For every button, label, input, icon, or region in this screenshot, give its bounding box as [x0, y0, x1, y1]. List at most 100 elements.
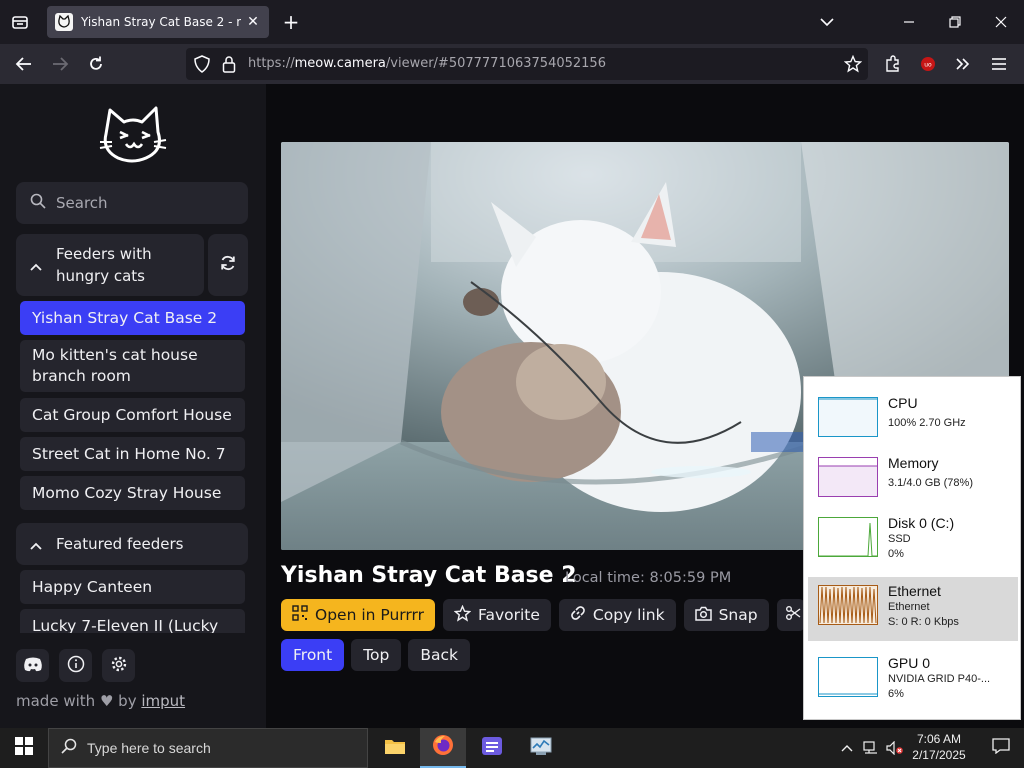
tab-title: Yishan Stray Cat Base 2 - meow.camera [81, 15, 241, 29]
group-label-hungry: Feeders with hungry cats [56, 245, 152, 285]
angle-tab-back[interactable]: Back [408, 639, 471, 671]
network-icon[interactable] [860, 728, 882, 768]
clock-time: 7:06 AM [916, 732, 962, 746]
group-header-featured[interactable]: Featured feeders [16, 523, 248, 565]
taskbar-file-explorer[interactable] [372, 728, 418, 768]
star-icon [453, 604, 472, 626]
bookmark-star-icon[interactable] [841, 52, 865, 76]
taskbar-task-manager[interactable] [518, 728, 564, 768]
tracking-shield-icon[interactable] [194, 55, 210, 77]
search-icon [30, 193, 46, 213]
footer-icons [16, 649, 135, 682]
feeder-item[interactable]: Momo Cozy Stray House [20, 476, 245, 510]
cpu-graph [818, 397, 878, 437]
task-manager-icon [530, 736, 552, 760]
link-icon [570, 605, 586, 625]
memory-graph [818, 457, 878, 497]
qr-code-icon [292, 605, 308, 625]
refresh-button[interactable] [208, 234, 248, 296]
feeder-item[interactable]: Mo kitten's cat house branch room [20, 340, 245, 392]
perf-row-cpu[interactable]: CPU 100% 2.70 GHz [808, 389, 1018, 453]
tab-close-icon[interactable]: ✕ [245, 14, 261, 30]
perf-detail: NVIDIA GRID P40-... [888, 673, 991, 685]
perf-detail: 0% [888, 548, 904, 560]
perf-detail: 100% 2.70 GHz [888, 417, 966, 429]
copy-link-button[interactable]: Copy link [558, 599, 676, 631]
refresh-icon [219, 254, 237, 276]
volume-muted-icon[interactable] [884, 728, 906, 768]
open-in-purrrr-button[interactable]: Open in Purrrr [281, 599, 435, 631]
clip-button[interactable] [776, 599, 805, 631]
angle-tab-front[interactable]: Front [281, 639, 345, 671]
close-window-icon[interactable] [978, 0, 1024, 44]
chevron-up-icon [30, 256, 42, 275]
back-arrow-icon[interactable] [12, 52, 36, 76]
clock-date: 2/17/2025 [912, 748, 966, 762]
perf-name: Ethernet [888, 583, 941, 599]
perf-row-ethernet[interactable]: Ethernet Ethernet S: 0 R: 0 Kbps [808, 577, 1018, 641]
start-button[interactable] [0, 728, 48, 768]
overflow-chevrons-icon[interactable] [951, 52, 975, 76]
perf-name: Memory [888, 455, 939, 471]
browser-tab-active[interactable]: Yishan Stray Cat Base 2 - meow.camera ✕ [47, 6, 269, 38]
angle-tab-top[interactable]: Top [351, 639, 402, 671]
browser-nav-bar: https://meow.camera/viewer/#507777106375… [0, 44, 1024, 84]
perf-row-memory[interactable]: Memory 3.1/4.0 GB (78%) [808, 449, 1018, 513]
reload-icon[interactable] [84, 52, 108, 76]
camera-icon [694, 606, 712, 625]
taskbar-clock[interactable]: 7:06 AM 2/17/2025 [906, 731, 972, 763]
perf-detail: S: 0 R: 0 Kbps [888, 616, 959, 628]
list-all-tabs-chevron-icon[interactable] [804, 0, 850, 44]
cat-logo-icon[interactable] [98, 102, 168, 164]
favorite-button[interactable]: Favorite [442, 599, 551, 631]
perf-row-disk[interactable]: Disk 0 (C:) SSD 0% [808, 509, 1018, 573]
app-window-icon [481, 736, 503, 760]
viewer-actions: Open in Purrrr Favorite Copy link Snap [281, 599, 805, 631]
feeder-item[interactable]: Street Cat in Home No. 7 [20, 437, 245, 471]
new-tab-button[interactable]: + [278, 8, 304, 36]
search-box[interactable] [16, 182, 248, 224]
lock-icon[interactable] [222, 55, 236, 77]
feeder-item[interactable]: Lucky 7-Eleven II (Lucky [20, 609, 245, 633]
show-hidden-icons-chevron[interactable] [836, 728, 858, 768]
sidebar: Feeders with hungry cats Yishan Stray Ca… [0, 84, 266, 728]
info-icon [67, 655, 85, 677]
taskbar-firefox[interactable] [420, 728, 466, 768]
feeder-item-clipped: Lucky 7-Eleven II (Lucky [20, 609, 245, 633]
settings-button[interactable] [102, 649, 135, 682]
extensions-puzzle-icon[interactable] [881, 52, 905, 76]
notifications-button[interactable] [978, 728, 1024, 768]
discord-icon [23, 656, 43, 676]
made-with-credit: made with ♥ by imput [16, 692, 186, 710]
taskbar-app-purple[interactable] [469, 728, 515, 768]
taskbar-search-text: Type here to search [87, 740, 211, 756]
tab-list-icon[interactable] [8, 10, 32, 34]
discord-button[interactable] [16, 649, 49, 682]
menu-hamburger-icon[interactable] [987, 52, 1011, 76]
cat-favicon-icon [55, 13, 73, 31]
taskbar-search-box[interactable]: Type here to search [48, 728, 368, 768]
group-header-hungry[interactable]: Feeders with hungry cats [16, 234, 204, 296]
perf-name: Disk 0 (C:) [888, 515, 955, 531]
snap-button[interactable]: Snap [683, 599, 769, 631]
url-bar[interactable]: https://meow.camera/viewer/#507777106375… [186, 48, 868, 80]
perf-row-gpu[interactable]: GPU 0 NVIDIA GRID P40-... 6% [808, 649, 1018, 713]
feeder-item-active[interactable]: Yishan Stray Cat Base 2 [20, 301, 245, 335]
windows-logo-icon [15, 737, 33, 759]
search-input[interactable] [56, 194, 236, 212]
feeder-item[interactable]: Cat Group Comfort House [20, 398, 245, 432]
feeder-item[interactable]: Happy Canteen [20, 570, 245, 604]
perf-detail: 3.1/4.0 GB (78%) [888, 477, 973, 489]
author-link[interactable]: imput [141, 692, 185, 710]
ublock-origin-icon[interactable]: uo [916, 52, 940, 76]
info-button[interactable] [59, 649, 92, 682]
perf-detail: 6% [888, 688, 904, 700]
window-controls [804, 0, 1024, 44]
browser-tab-bar: Yishan Stray Cat Base 2 - meow.camera ✕ … [0, 0, 1024, 44]
forward-arrow-icon[interactable] [48, 52, 72, 76]
group-label-featured: Featured feeders [56, 535, 184, 553]
gear-icon [110, 655, 128, 677]
minimize-icon[interactable] [886, 0, 932, 44]
restore-icon[interactable] [932, 0, 978, 44]
perf-name: CPU [888, 395, 918, 411]
